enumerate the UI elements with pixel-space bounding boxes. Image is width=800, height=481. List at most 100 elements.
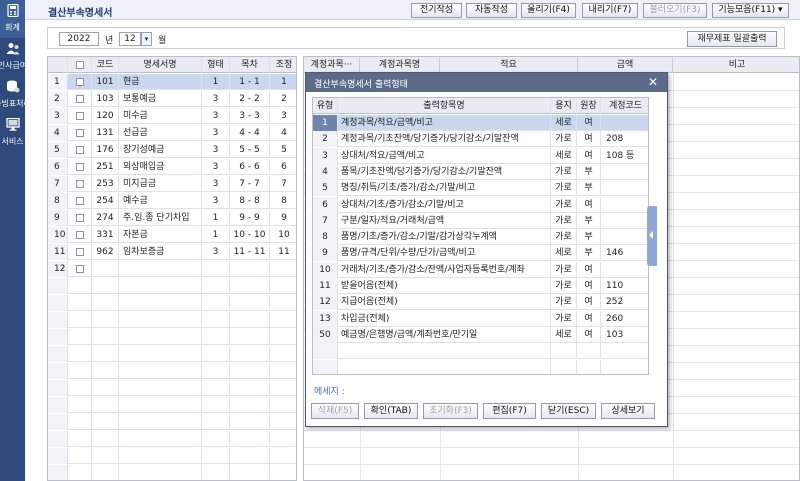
nav-item-accounting[interactable]: 회계	[0, 0, 25, 38]
table-row[interactable]	[48, 278, 296, 294]
format-row[interactable]: 8 품명/기초/증가/감소/기말/감가상각누계액 가로 부	[313, 229, 648, 246]
table-row[interactable]	[48, 448, 296, 464]
format-row[interactable]: 3 상대처/적요/금액/비고 세로 여 108 등	[313, 147, 648, 164]
column-header-type[interactable]: 형태	[202, 57, 230, 73]
table-row[interactable]	[48, 346, 296, 362]
column-header-account-name[interactable]: 계정과목명	[360, 57, 440, 73]
row-checkbox[interactable]	[68, 193, 92, 209]
row-checkbox[interactable]	[68, 244, 92, 260]
table-row[interactable]	[48, 465, 296, 480]
column-header-name[interactable]: 명세서명	[119, 57, 202, 73]
auto-create-button[interactable]: 자동작성	[466, 3, 517, 18]
prior-year-button[interactable]: 전기작성	[411, 3, 462, 18]
row-checkbox[interactable]	[68, 159, 92, 175]
format-cell-paper: 가로	[551, 278, 577, 294]
format-row[interactable]: 9 품명/규격/단위/수량/단가/금액/비고 세로 부 146	[313, 245, 648, 262]
table-row[interactable]: 9 274 주.임.종 단기차입 1 9 - 9 9	[48, 210, 296, 226]
nav-item-vouchers[interactable]: 증빙표처리	[0, 76, 31, 114]
format-row[interactable]: 2 계정과목/기초잔액/당기증가/당기감소/기말잔액 가로 여 208	[313, 131, 648, 148]
format-row[interactable]: 13 차입금(전체) 가로 여 260	[313, 310, 648, 327]
close-icon[interactable]: ✕	[648, 75, 658, 89]
column-header-toc[interactable]: 목차	[230, 57, 270, 73]
empty-cell	[48, 329, 68, 345]
column-header-account-code[interactable]: 계정과목···	[304, 57, 360, 73]
move-down-button[interactable]: 내리기(F7)	[582, 3, 638, 18]
format-row[interactable]: 5 명칭/취득/기초/증가/감소/기말/비고 가로 부	[313, 180, 648, 197]
row-checkbox[interactable]	[68, 176, 92, 192]
format-row[interactable]: 12 지급어음(전체) 가로 여 252	[313, 294, 648, 311]
month-input[interactable]: 12	[119, 32, 141, 46]
format-cell-type: 50	[313, 326, 338, 343]
table-row[interactable]: 11 962 임차보증금 3 11 - 11 11	[48, 244, 296, 260]
column-header-description[interactable]: 적요	[440, 57, 578, 73]
select-all-checkbox[interactable]	[68, 57, 92, 73]
table-row[interactable]: 2 103 보통예금 3 2 - 2 2	[48, 91, 296, 107]
details-button[interactable]: 상세보기	[601, 403, 655, 419]
row-checkbox[interactable]	[68, 125, 92, 141]
column-header-code[interactable]: 코드	[92, 57, 119, 73]
format-row[interactable]: 10 거래처/기초/증가/감소/잔액/사업자등록번호/계좌 가로 여	[313, 261, 648, 278]
empty-cell	[270, 329, 296, 345]
table-row[interactable]: 7 253 미지급금 3 7 - 7 7	[48, 176, 296, 192]
format-row[interactable]: 6 상대처/기초/증가/감소/기말/비고 가로 여	[313, 196, 648, 213]
format-row[interactable]: 7 구분/일자/적요/거래처/금액 가로 부	[313, 212, 648, 229]
side-panel-toggle[interactable]	[647, 206, 657, 266]
table-row[interactable]: 8 254 예수금 3 8 - 8 8	[48, 193, 296, 209]
empty-cell	[270, 380, 296, 396]
row-checkbox[interactable]	[68, 108, 92, 124]
cell-name: 현금	[119, 74, 202, 90]
table-row[interactable]	[48, 380, 296, 396]
table-row[interactable]	[48, 295, 296, 311]
nav-item-service[interactable]: 서비스	[0, 114, 25, 152]
row-checkbox[interactable]	[68, 210, 92, 226]
empty-cell	[48, 431, 68, 447]
table-row[interactable]: 5 176 장기성예금 3 5 - 5 5	[48, 142, 296, 158]
function-menu-button[interactable]: 기능모음(F11) ▾	[712, 3, 789, 18]
table-row[interactable]	[48, 312, 296, 328]
chevron-down-icon[interactable]: ▾	[141, 32, 152, 46]
table-row[interactable]	[48, 363, 296, 379]
empty-cell	[92, 448, 119, 464]
table-row[interactable]: 10 331 자본금 1 10 - 10 10	[48, 227, 296, 243]
edit-button[interactable]: 편집(F7)	[483, 403, 536, 419]
table-row[interactable]: 1 101 현금 1 1 - 11	[48, 74, 296, 90]
nav-item-payroll[interactable]: 인사급여	[0, 38, 27, 76]
format-row[interactable]	[313, 359, 648, 374]
row-checkbox[interactable]	[68, 74, 92, 90]
format-cell-ledger: 여	[577, 261, 601, 278]
column-header-adjust[interactable]: 조정	[270, 57, 296, 73]
load-button[interactable]: 불러오기(F3)	[643, 3, 707, 18]
format-row[interactable]: 11 받을어음(전체) 가로 여 110	[313, 278, 648, 294]
table-row[interactable]	[48, 414, 296, 430]
row-checkbox[interactable]	[68, 227, 92, 243]
format-cell-paper: 가로	[551, 310, 577, 327]
format-cell-paper: 세로	[551, 147, 577, 164]
confirm-button[interactable]: 확인(TAB)	[364, 403, 418, 419]
table-row[interactable]	[48, 431, 296, 447]
close-button[interactable]: 닫기(ESC)	[541, 403, 596, 419]
row-checkbox[interactable]	[68, 261, 92, 277]
cell-type: 3	[202, 142, 230, 158]
table-row[interactable]	[48, 397, 296, 413]
cell-toc: 4 - 4	[230, 125, 270, 141]
print-statements-button[interactable]: 재무제표 일괄출력	[687, 31, 777, 47]
column-header-amount[interactable]: 금액	[578, 57, 673, 73]
empty-cell	[230, 414, 270, 430]
format-row[interactable]: 50 예금명/은행명/금액/계좌번호/만기일 세로 여 103	[313, 326, 648, 343]
row-checkbox[interactable]	[68, 91, 92, 107]
delete-button[interactable]: 삭제(F5)	[311, 403, 359, 419]
format-row[interactable]	[313, 343, 648, 360]
table-row[interactable]: 3 120 미수금 3 3 - 33	[48, 108, 296, 124]
column-header-remarks[interactable]: 비고	[673, 57, 799, 73]
table-row[interactable]: 12	[48, 261, 296, 277]
move-up-button[interactable]: 올리기(F4)	[521, 3, 576, 18]
table-row[interactable]	[48, 329, 296, 345]
reset-button[interactable]: 초기화(F3)	[423, 403, 478, 419]
format-row[interactable]: 1 계정과목/적요/금액/비고 세로 여	[313, 115, 648, 131]
empty-cell	[202, 278, 230, 294]
format-row[interactable]: 4 품목/기초잔액/당기증가/당기감소/기말잔액 가로 부	[313, 163, 648, 180]
year-input[interactable]: 2022	[59, 32, 99, 46]
table-row[interactable]: 4 131 선급금 3 4 - 4 4	[48, 125, 296, 141]
row-checkbox[interactable]	[68, 142, 92, 158]
table-row[interactable]: 6 251 외상매입금 3 6 - 6 6	[48, 159, 296, 175]
